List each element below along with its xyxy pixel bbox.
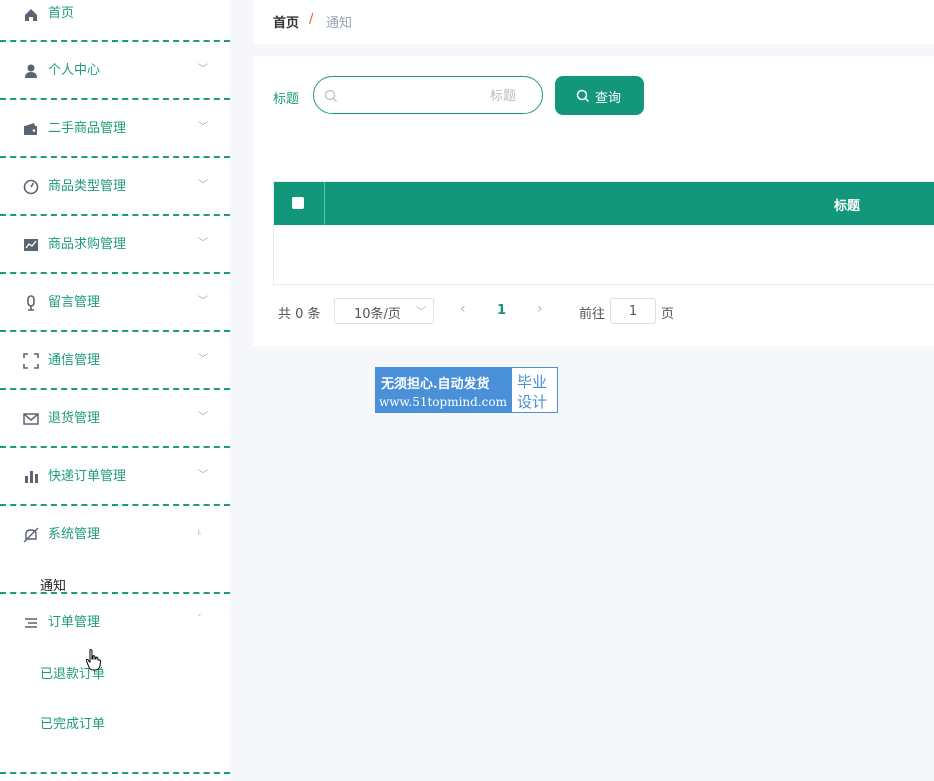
sidebar-item-system[interactable]: 系统管理 ˪ 通知: [0, 506, 230, 594]
sidebar-item-label: 快递订单管理: [48, 469, 127, 484]
breadcrumb-home[interactable]: 首页: [273, 12, 299, 31]
gauge-icon: [23, 179, 39, 195]
watermark-right-bottom: 设计: [517, 393, 548, 411]
watermark-right-top: 毕业: [517, 373, 548, 391]
query-button-label: 查询: [595, 91, 622, 106]
breadcrumb-current: 通知: [326, 16, 353, 31]
bar-chart-icon: [25, 471, 38, 483]
sidebar-item-label: 个人中心: [48, 63, 101, 78]
search-input[interactable]: [344, 85, 518, 107]
table-header: 标题: [274, 182, 934, 225]
chevron-down-icon: ﹀: [416, 307, 426, 318]
sidebar-item-label: 商品类型管理: [48, 179, 127, 194]
sidebar-item-label: 订单管理: [48, 615, 101, 630]
sidebar-item-home[interactable]: 首页: [0, 0, 230, 42]
microphone-icon: [27, 295, 35, 311]
sidebar-item-category[interactable]: 商品类型管理 ﹀: [0, 158, 230, 216]
chevron-down-icon: ﹀: [198, 122, 208, 133]
chevron-down-icon: ﹀: [198, 180, 208, 191]
search-icon: [576, 89, 590, 103]
list-icon: [25, 618, 37, 628]
mail-icon: [23, 413, 39, 425]
watermark-right: 毕业 设计: [512, 368, 557, 412]
pagination: 共 0 条 10条/页 ﹀ ‹ 1 › 前往 页: [278, 298, 698, 326]
bell-off-icon: [23, 527, 39, 543]
sidebar: 首页 个人中心 ﹀ 二手商品管理 ﹀ 商品类型管理 ﹀ 商品求购管理 ﹀ 留言管…: [0, 0, 230, 781]
chevron-down-icon: ﹀: [198, 296, 208, 307]
watermark-slogan: 无须担心.自动发货: [381, 377, 490, 392]
chevron-up-icon: ˹: [198, 614, 202, 625]
hand-cursor-icon: [85, 649, 102, 671]
watermark-badge: 无须担心.自动发货 www.51topmind.com 毕业 设计: [375, 367, 558, 413]
column-header-title: 标题: [834, 199, 861, 214]
wallet-icon: [24, 123, 37, 135]
header-checkbox-cell: [274, 182, 325, 225]
goto-label: 前往: [579, 307, 606, 322]
goto-suffix: 页: [661, 307, 675, 322]
sidebar-item-label: 通信管理: [48, 353, 101, 368]
breadcrumb: 首页 / 通知: [253, 0, 934, 44]
breadcrumb-separator: /: [309, 12, 314, 27]
search-label: 标题: [273, 92, 300, 107]
sidebar-item-wanted[interactable]: 商品求购管理 ﹀: [0, 216, 230, 274]
sidebar-item-communication[interactable]: 通信管理 ﹀: [0, 332, 230, 390]
prev-page-button[interactable]: ‹: [460, 301, 466, 317]
home-icon: [25, 9, 37, 21]
total-count: 共 0 条: [278, 307, 321, 322]
sidebar-item-messages[interactable]: 留言管理 ﹀: [0, 274, 230, 332]
chevron-down-icon: ﹀: [198, 412, 208, 423]
chevron-down-icon: ﹀: [198, 470, 208, 481]
sidebar-item-orders[interactable]: 订单管理 ˹ 已退款订单 已完成订单: [0, 594, 230, 774]
user-icon: [25, 64, 37, 78]
sidebar-subitem-completed[interactable]: 已完成订单: [40, 716, 105, 734]
chevron-down-icon: ﹀: [198, 354, 208, 365]
query-button[interactable]: 查询: [555, 76, 644, 115]
sidebar-item-returns[interactable]: 退货管理 ﹀: [0, 390, 230, 448]
chevron-up-icon: ˪: [198, 526, 202, 537]
page-size-select[interactable]: 10条/页 ﹀: [334, 298, 434, 324]
select-all-checkbox[interactable]: [292, 197, 304, 209]
sidebar-item-label: 系统管理: [48, 527, 101, 542]
watermark-url: www.51topmind.com: [379, 395, 507, 409]
chevron-down-icon: ﹀: [198, 238, 208, 249]
sidebar-item-label: 商品求购管理: [48, 237, 127, 252]
chevron-down-icon: ﹀: [198, 64, 208, 75]
page-number[interactable]: 1: [497, 303, 506, 318]
page-size-value: 10条/页: [354, 307, 401, 322]
sidebar-item-label: 留言管理: [48, 295, 101, 310]
next-page-button[interactable]: ›: [537, 301, 543, 317]
search-box[interactable]: [313, 76, 543, 114]
watermark-left: 无须担心.自动发货 www.51topmind.com: [376, 368, 512, 412]
trend-chart-icon: [24, 239, 38, 251]
data-table: 标题: [273, 181, 934, 285]
sidebar-item-secondhand[interactable]: 二手商品管理 ﹀: [0, 100, 230, 158]
goto-page-input[interactable]: [610, 298, 656, 324]
sidebar-item-label: 退货管理: [48, 411, 101, 426]
sidebar-item-label: 二手商品管理: [48, 121, 127, 136]
sidebar-item-express[interactable]: 快递订单管理 ﹀: [0, 448, 230, 506]
fullscreen-icon: [23, 353, 39, 369]
content-card: 标题 查询 标题 共 0 条 10条/页 ﹀ ‹ 1 › 前往 页: [253, 56, 934, 346]
search-icon: [324, 89, 337, 102]
sidebar-item-label: 首页: [48, 6, 75, 21]
sidebar-item-profile[interactable]: 个人中心 ﹀: [0, 42, 230, 100]
